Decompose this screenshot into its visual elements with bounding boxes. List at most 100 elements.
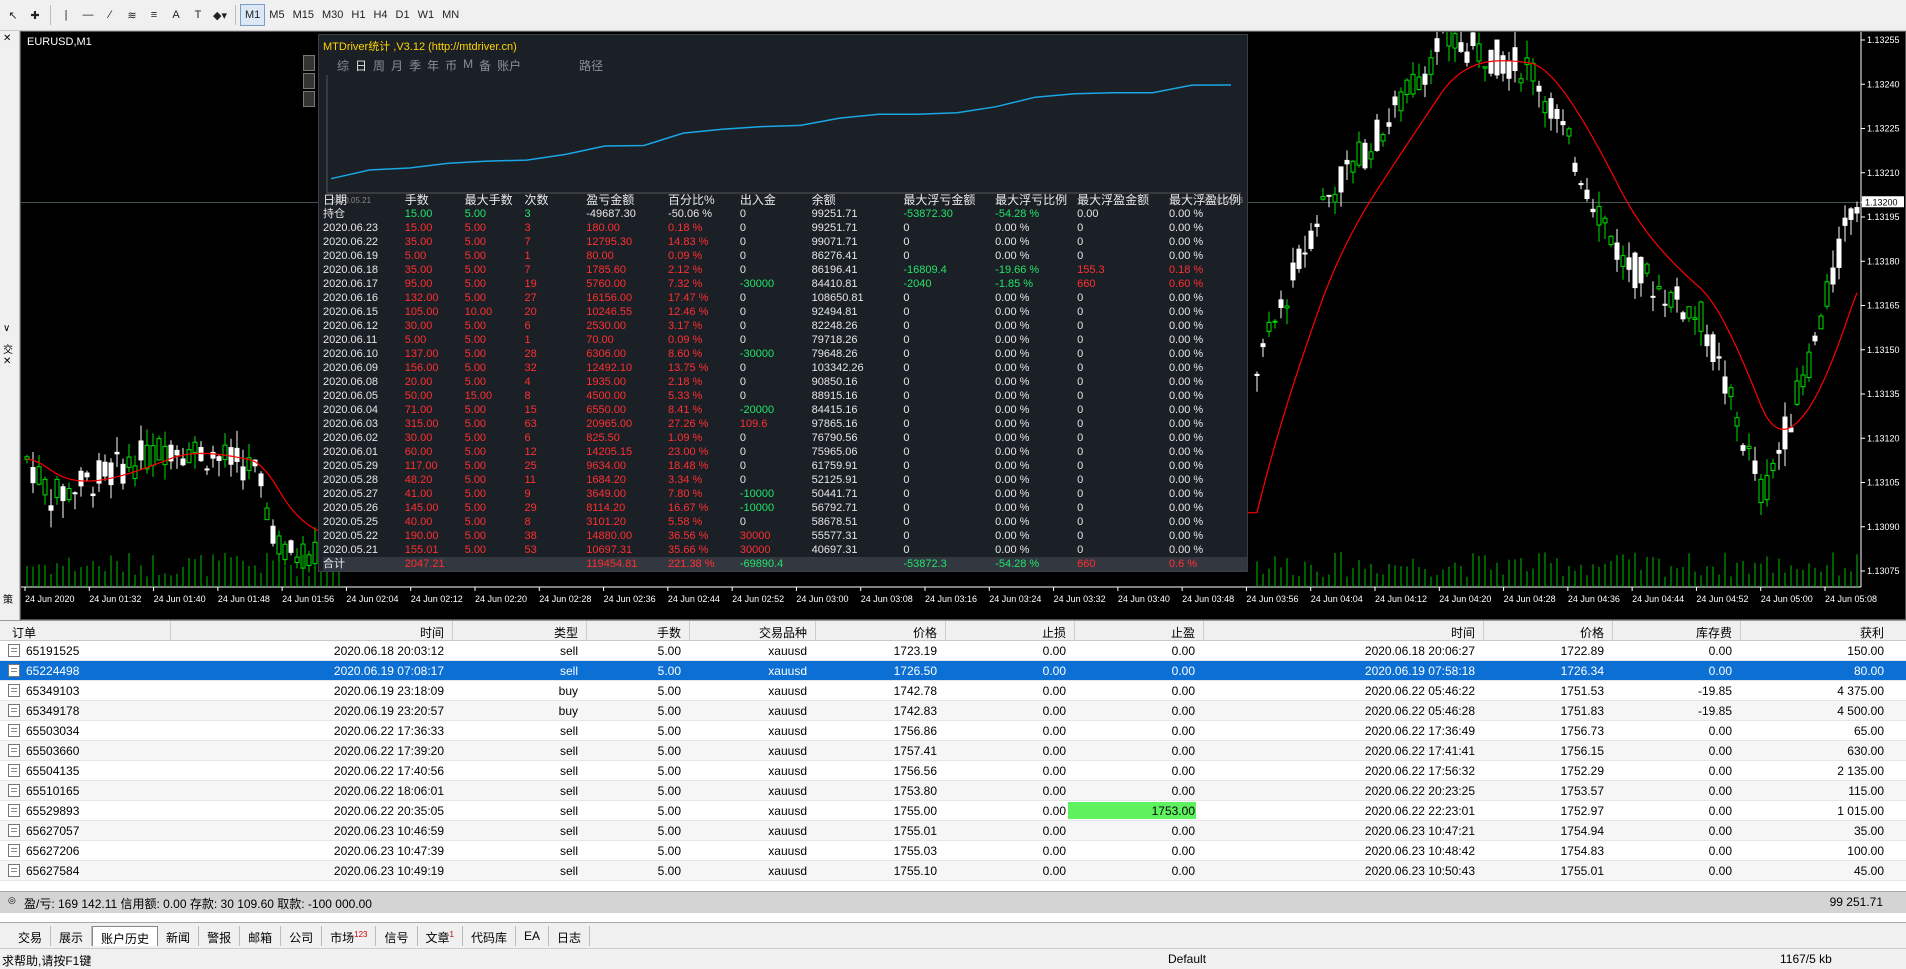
fibonacci-icon[interactable]: ≡: [143, 4, 165, 26]
stats-cell: -2040: [903, 278, 932, 290]
column-header[interactable]: 类型: [554, 624, 578, 641]
column-separator[interactable]: [945, 621, 946, 641]
trendline-icon[interactable]: ∕: [99, 4, 121, 26]
column-separator[interactable]: [815, 621, 816, 641]
column-header[interactable]: 止盈: [1171, 624, 1195, 641]
terminal-tab[interactable]: 账户历史: [92, 926, 159, 946]
column-header[interactable]: 订单: [12, 624, 36, 641]
column-header[interactable]: 价格: [913, 624, 937, 641]
history-row[interactable]: 65503660 2020.06.22 17:39:20 sell 5.00 xauus…: [0, 741, 1906, 761]
column-header[interactable]: 手数: [657, 624, 681, 641]
history-row[interactable]: 65627584 2020.06.23 10:49:19 sell 5.00 xauus…: [0, 861, 1906, 881]
terminal-tab[interactable]: 代码库: [463, 926, 516, 946]
panel-tab[interactable]: M: [463, 57, 473, 74]
column-separator[interactable]: [586, 621, 587, 641]
candle-body: [312, 541, 318, 565]
grid-icon[interactable]: [303, 73, 315, 89]
history-row[interactable]: 65349103 2020.06.19 23:18:09 buy 5.00 xauusd…: [0, 681, 1906, 701]
text-icon[interactable]: A: [165, 4, 187, 26]
stats-cell: 5.00: [464, 404, 487, 416]
vertical-line-icon[interactable]: |: [55, 4, 77, 26]
column-header[interactable]: 价格: [1580, 624, 1604, 641]
column-header[interactable]: 获利: [1860, 624, 1884, 641]
terminal-tab[interactable]: EA: [516, 926, 549, 946]
stats-cell: 8.60 %: [668, 348, 703, 360]
panel-tab[interactable]: 季: [409, 57, 421, 74]
column-header[interactable]: 时间: [420, 624, 444, 641]
candle-body: [150, 445, 156, 466]
history-row[interactable]: 65503034 2020.06.22 17:36:33 sell 5.00 xauus…: [0, 721, 1906, 741]
panel-tab[interactable]: 周: [373, 57, 385, 74]
column-header[interactable]: 时间: [1451, 624, 1475, 641]
crosshair-icon[interactable]: ✚: [24, 4, 46, 26]
history-row[interactable]: 65510165 2020.06.22 18:06:01 sell 5.00 xauus…: [0, 781, 1906, 801]
minimize-icon[interactable]: [303, 91, 315, 107]
terminal-tab[interactable]: 交易: [10, 926, 52, 946]
terminal-tab[interactable]: 市场123: [322, 926, 377, 946]
history-row[interactable]: 65627057 2020.06.23 10:46:59 sell 5.00 xauus…: [0, 821, 1906, 841]
channel-icon[interactable]: ≋: [121, 4, 143, 26]
terminal-tab[interactable]: 邮箱: [240, 926, 282, 946]
close-icon[interactable]: ✕: [3, 356, 11, 367]
period-mn[interactable]: MN: [438, 4, 463, 26]
history-row[interactable]: 65224498 2020.06.19 07:08:17 sell 5.00 xauus…: [0, 661, 1906, 681]
history-row[interactable]: 65504135 2020.06.22 17:40:56 sell 5.00 xauus…: [0, 761, 1906, 781]
history-row[interactable]: 65191525 2020.06.18 20:03:12 sell 5.00 xauus…: [0, 641, 1906, 661]
panel-tab[interactable]: 账户: [497, 57, 521, 74]
period-m1[interactable]: M1: [240, 4, 266, 26]
terminal-tab[interactable]: 新闻: [158, 926, 200, 946]
candle-body: [36, 466, 42, 485]
stats-row: 2020.06.10 137.00 5.00 28 6306.00 8.60 % -3000…: [323, 347, 1247, 361]
terminal-tab[interactable]: 警报: [199, 926, 241, 946]
stats-total-row: 合计 2047.21 119454.81 221.38 % -69890.4 -53872…: [323, 557, 1247, 571]
terminal-tab[interactable]: 日志: [549, 926, 591, 946]
horizontal-line-icon[interactable]: —: [77, 4, 99, 26]
terminal-tab[interactable]: 文章1: [418, 926, 463, 946]
column-separator[interactable]: [1740, 621, 1741, 641]
history-row[interactable]: 65627206 2020.06.23 10:47:39 sell 5.00 xauus…: [0, 841, 1906, 861]
stats-cell: 2020.06.08: [323, 376, 379, 388]
column-separator[interactable]: [1483, 621, 1484, 641]
candle-body: [1326, 194, 1332, 197]
period-m5[interactable]: M5: [265, 4, 288, 26]
close-icon[interactable]: ✕: [3, 33, 11, 44]
vertical-tab-label[interactable]: 交: [3, 341, 13, 356]
column-separator[interactable]: [689, 621, 690, 641]
period-h4[interactable]: H4: [369, 4, 391, 26]
vertical-tab-label[interactable]: 策: [3, 591, 13, 606]
stats-cell: 0.00 %: [995, 404, 1030, 416]
panel-tab[interactable]: 备: [479, 57, 491, 74]
stats-cell: 4: [524, 376, 531, 388]
panel-tab[interactable]: 年: [427, 57, 439, 74]
period-m15[interactable]: M15: [289, 4, 318, 26]
period-m30[interactable]: M30: [318, 4, 347, 26]
column-separator[interactable]: [1203, 621, 1204, 641]
panel-tab[interactable]: 路径: [579, 57, 603, 74]
terminal-tab[interactable]: 信号: [376, 926, 418, 946]
column-header[interactable]: 库存费: [1696, 624, 1732, 641]
text-label-icon[interactable]: T: [187, 4, 209, 26]
period-d1[interactable]: D1: [392, 4, 414, 26]
cursor-icon[interactable]: ↖: [2, 4, 24, 26]
settings-icon[interactable]: [303, 55, 315, 71]
panel-tab[interactable]: 币: [445, 57, 457, 74]
column-header[interactable]: 止损: [1042, 624, 1066, 641]
period-h1[interactable]: H1: [347, 4, 369, 26]
panel-tab[interactable]: 综: [337, 57, 349, 74]
terminal-tab[interactable]: 展示: [51, 926, 93, 946]
chevron-down-icon[interactable]: ∨: [3, 323, 10, 334]
candle-body: [1722, 376, 1728, 394]
period-w1[interactable]: W1: [414, 4, 439, 26]
column-separator[interactable]: [452, 621, 453, 641]
panel-tab[interactable]: 月: [391, 57, 403, 74]
column-separator[interactable]: [170, 621, 171, 641]
column-header[interactable]: 交易品种: [759, 624, 807, 641]
column-separator[interactable]: [1074, 621, 1075, 641]
stats-cell: 1785.60: [586, 264, 627, 276]
shapes-icon[interactable]: ◆▾: [209, 4, 231, 26]
panel-tab[interactable]: 日: [355, 57, 367, 74]
history-row[interactable]: 65349178 2020.06.19 23:20:57 buy 5.00 xauusd…: [0, 701, 1906, 721]
column-separator[interactable]: [1612, 621, 1613, 641]
history-row[interactable]: 65529893 2020.06.22 20:35:05 sell 5.00 xauus…: [0, 801, 1906, 821]
terminal-tab[interactable]: 公司: [281, 926, 323, 946]
